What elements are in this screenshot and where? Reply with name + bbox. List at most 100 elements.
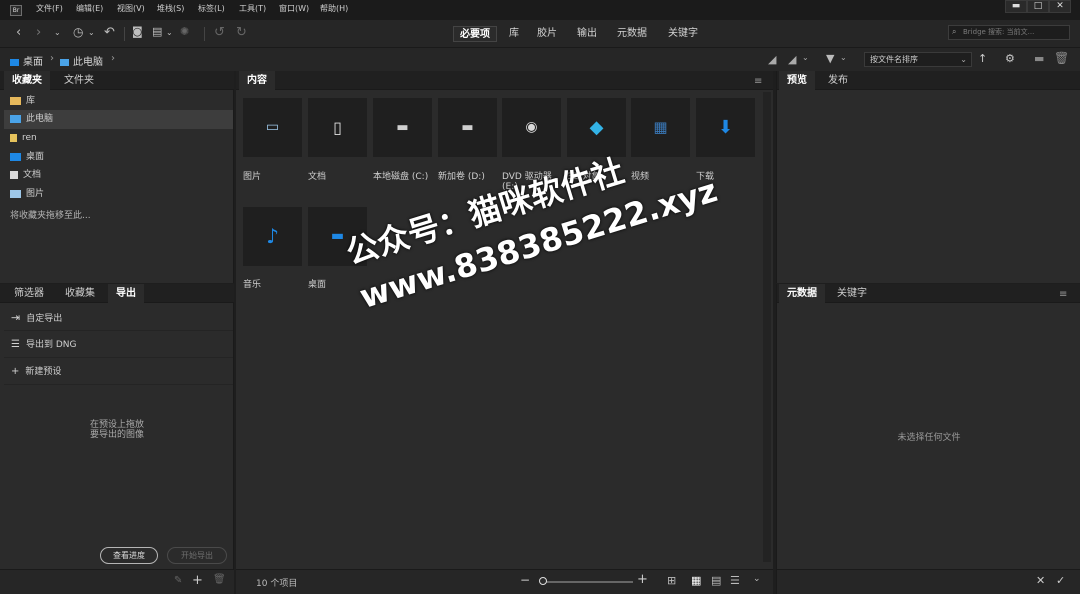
trash-icon[interactable]: 🗑: [213, 574, 226, 585]
content-item-local-disk-c[interactable]: ▬: [373, 98, 432, 157]
filter-icon[interactable]: ▼: [826, 52, 834, 65]
content-item-3d-objects[interactable]: ◆: [567, 98, 626, 157]
chevron-down-icon[interactable]: ⌄: [802, 53, 809, 62]
menu-stack[interactable]: 堆栈(S): [157, 3, 184, 14]
camera-icon[interactable]: ◙: [132, 25, 143, 38]
favorite-item-pictures[interactable]: 图片: [4, 185, 233, 204]
favorite-item-library[interactable]: 库: [4, 92, 233, 111]
slider-handle[interactable]: [539, 577, 547, 585]
quality-icon[interactable]: ◢: [768, 53, 776, 66]
workspace-tab-metadata[interactable]: 元数据: [611, 26, 653, 42]
export-item-new-preset[interactable]: + 新建预设: [4, 359, 233, 385]
rating-filter-icon[interactable]: ◢: [788, 53, 796, 66]
favorite-item-desktop[interactable]: 桌面: [4, 148, 233, 167]
tab-content[interactable]: 内容: [239, 71, 275, 90]
workspace-tab-library[interactable]: 库: [503, 26, 525, 42]
back-icon[interactable]: ‹: [16, 25, 21, 40]
refine-icon[interactable]: ▤: [152, 25, 162, 38]
start-export-button[interactable]: 开始导出: [167, 547, 227, 564]
boomerang-icon[interactable]: ↶: [104, 25, 115, 40]
zoom-in-icon[interactable]: +: [637, 572, 648, 587]
chevron-down-icon[interactable]: ⌄: [753, 574, 761, 584]
chevron-down-icon[interactable]: ⌄: [54, 28, 61, 37]
add-icon[interactable]: +: [192, 573, 203, 588]
content-item-desktop[interactable]: ▬: [308, 207, 367, 266]
content-panel: 内容 ≡ ▭ ▯ ▬ ▬ ◉ ◆ ▦ ⬇ 图片 文档 本地磁盘 (C:) 新加卷…: [236, 71, 773, 594]
tab-export[interactable]: 导出: [108, 284, 144, 303]
minimize-button[interactable]: ▬: [1005, 0, 1027, 13]
apply-icon[interactable]: ✓: [1056, 574, 1065, 587]
maximize-button[interactable]: □: [1027, 0, 1049, 13]
preview-tabs: 预览 发布: [777, 71, 1080, 90]
breadcrumb-this-pc[interactable]: 此电脑: [60, 53, 103, 68]
list-view-icon[interactable]: ☰: [730, 574, 740, 587]
tab-publish[interactable]: 发布: [820, 71, 856, 90]
tab-metadata[interactable]: 元数据: [779, 284, 825, 303]
new-folder-icon[interactable]: ▬: [1034, 52, 1044, 65]
trash-icon[interactable]: 🗑: [1054, 51, 1069, 65]
thumbnail-size-slider[interactable]: [541, 581, 633, 583]
sort-select[interactable]: 按文件名排序 ⌄: [864, 52, 972, 67]
content-item-pictures[interactable]: ▭: [243, 98, 302, 157]
content-item-drive-d[interactable]: ▬: [438, 98, 497, 157]
breadcrumb-desktop[interactable]: 桌面: [10, 53, 43, 68]
thumbnail-view-icon[interactable]: ▦: [691, 574, 701, 587]
cancel-icon[interactable]: ✕: [1036, 574, 1045, 587]
tab-preview[interactable]: 预览: [779, 71, 815, 90]
content-item-downloads[interactable]: ⬇: [696, 98, 755, 157]
content-item-label: 视频: [631, 172, 650, 182]
toolbar: ‹ › ⌄ ◷ ⌄ ↶ ◙ ▤ ⌄ ✺ ↺ ↻ 必要项 库 胶片 输出 元数据 …: [0, 20, 1080, 47]
menu-edit[interactable]: 编辑(E): [76, 3, 103, 14]
menu-help[interactable]: 帮助(H): [320, 3, 348, 14]
export-panel: 筛选器 收藏集 导出 ⇥ 自定导出 ☰ 导出到 DNG + 新建预设 在预设上拖放 要…: [0, 284, 234, 594]
workspace-tab-keywords[interactable]: 关键字: [662, 26, 704, 42]
tab-favorites[interactable]: 收藏夹: [4, 71, 50, 90]
rotate-right-icon[interactable]: ↻: [236, 25, 247, 40]
panel-menu-icon[interactable]: ≡: [1059, 289, 1067, 300]
content-tabs: 内容 ≡: [236, 71, 773, 90]
zoom-out-icon[interactable]: −: [520, 573, 530, 587]
close-window-button[interactable]: ✕: [1049, 0, 1071, 13]
content-item-dvd-e[interactable]: ◉: [502, 98, 561, 157]
workspace-tab-output[interactable]: 输出: [571, 26, 603, 42]
menu-view[interactable]: 视图(V): [117, 3, 145, 14]
grid-lock-icon[interactable]: ⊞: [667, 574, 676, 587]
chevron-down-icon[interactable]: ⌄: [840, 53, 847, 62]
panel-menu-icon[interactable]: ≡: [754, 76, 762, 87]
sort-ascending-icon[interactable]: ↑: [978, 52, 987, 65]
menu-file[interactable]: 文件(F): [36, 3, 63, 14]
menu-label[interactable]: 标签(L): [198, 3, 225, 14]
export-item-custom[interactable]: ⇥ 自定导出: [4, 305, 233, 331]
chevron-down-icon[interactable]: ⌄: [88, 28, 95, 37]
documents-icon: ▯: [333, 118, 342, 137]
view-progress-button[interactable]: 查看进度: [100, 547, 158, 564]
open-recent-icon[interactable]: ⚙: [1005, 52, 1015, 65]
content-item-music[interactable]: ♪: [243, 207, 302, 266]
rotate-left-icon[interactable]: ↺: [214, 25, 225, 40]
workspace-tab-filmstrip[interactable]: 胶片: [531, 26, 563, 42]
content-item-video[interactable]: ▦: [631, 98, 690, 157]
favorite-item-documents[interactable]: 文档: [4, 166, 233, 185]
tab-keywords[interactable]: 关键字: [829, 284, 875, 303]
menu-window[interactable]: 窗口(W): [279, 3, 309, 14]
export-item-dng[interactable]: ☰ 导出到 DNG: [4, 332, 233, 358]
details-view-icon[interactable]: ▤: [711, 574, 721, 587]
favorite-item-this-pc[interactable]: 此电脑: [4, 110, 233, 129]
content-item-documents[interactable]: ▯: [308, 98, 367, 157]
list-icon: ☰: [11, 339, 20, 350]
tab-filter[interactable]: 筛选器: [6, 284, 52, 303]
workspace-tab-essentials[interactable]: 必要项: [453, 26, 497, 42]
search-input[interactable]: Bridge 搜索: 当前文...: [948, 25, 1070, 40]
menu-tools[interactable]: 工具(T): [239, 3, 266, 14]
open-in-camera-raw-icon[interactable]: ✺: [180, 25, 189, 38]
chevron-down-icon[interactable]: ⌄: [166, 28, 173, 37]
forward-icon[interactable]: ›: [36, 25, 41, 40]
tab-collections[interactable]: 收藏集: [57, 284, 103, 303]
metadata-footer: ✕ ✓: [777, 569, 1080, 594]
tab-folders[interactable]: 文件夹: [56, 71, 102, 90]
content-scrollbar[interactable]: [763, 92, 771, 562]
edit-icon[interactable]: ✎: [174, 575, 182, 586]
favorite-item-ren[interactable]: ren: [4, 129, 233, 148]
3d-objects-icon: ◆: [589, 117, 604, 138]
recent-history-icon[interactable]: ◷: [73, 25, 83, 39]
